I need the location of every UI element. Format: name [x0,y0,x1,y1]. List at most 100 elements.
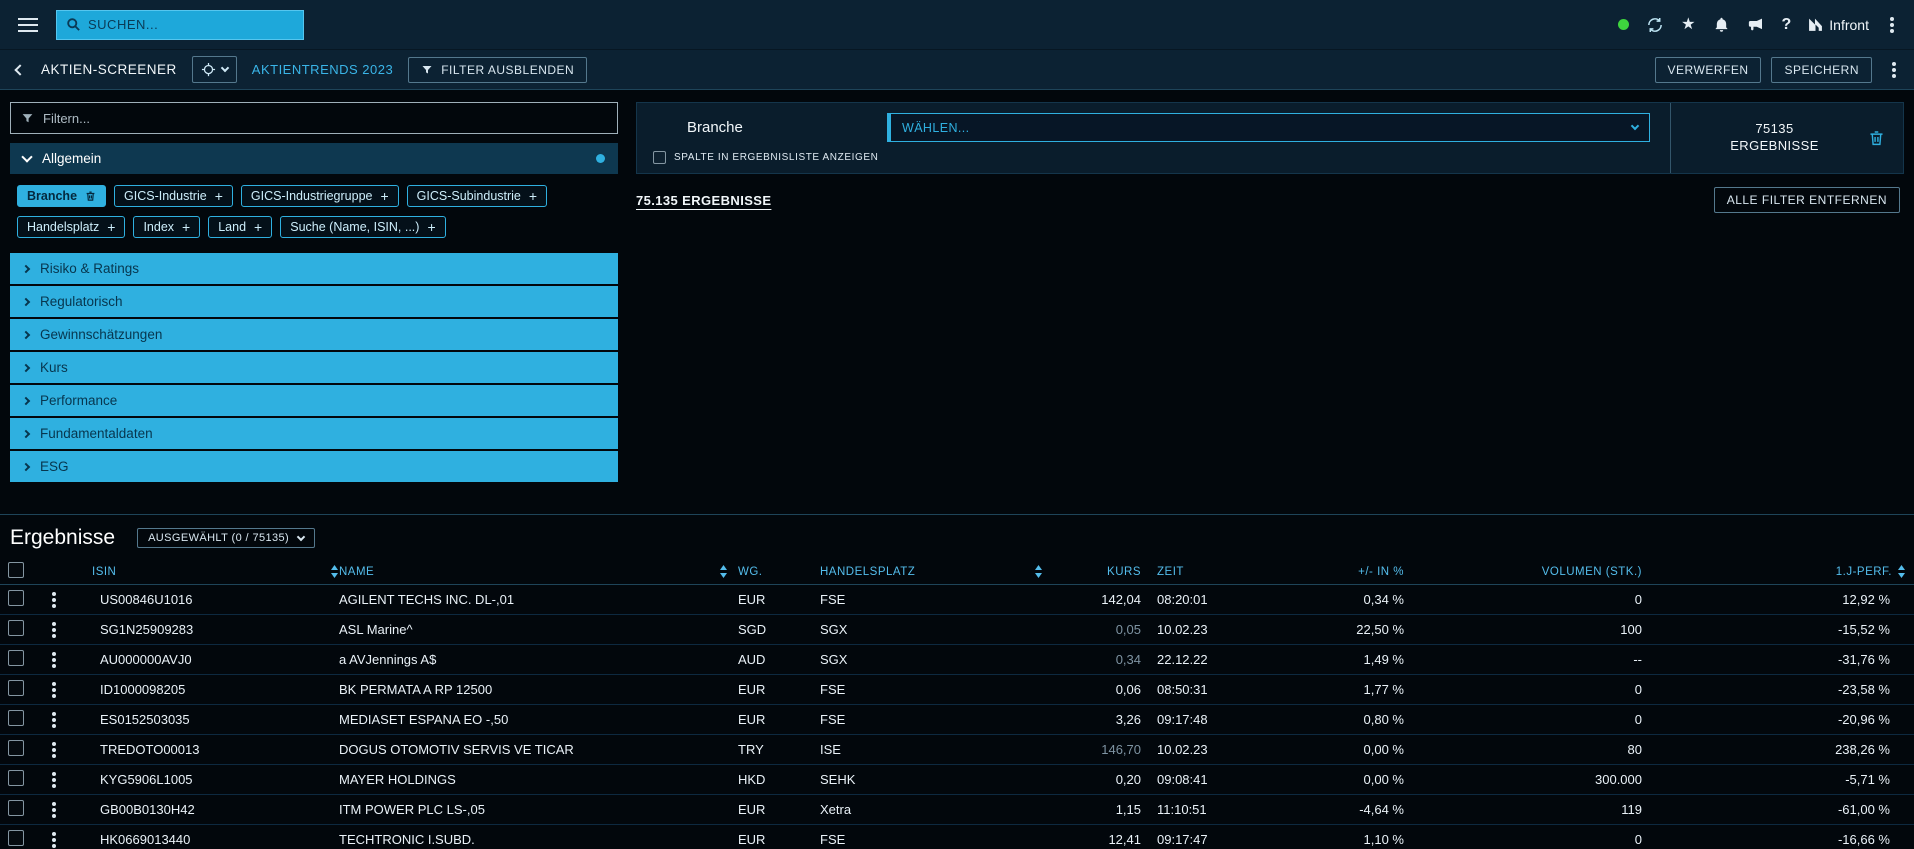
filter-section-4[interactable]: Kurs [10,352,618,383]
filter-chip-7[interactable]: Suche (Name, ISIN, ...)+ [280,216,445,238]
cell-name: MAYER HOLDINGS [339,772,738,787]
row-menu-button[interactable] [48,658,92,662]
help-button[interactable]: ? [1782,17,1792,33]
funnel-icon [421,64,433,76]
row-checkbox[interactable] [8,590,24,606]
row-menu-button[interactable] [48,598,92,602]
row-checkbox[interactable] [8,830,24,846]
cell-zeit: 10.02.23 [1149,742,1309,757]
save-button[interactable]: SPEICHERN [1771,57,1872,83]
select-all-checkbox[interactable] [8,562,24,578]
global-search[interactable] [56,10,304,40]
row-menu-button[interactable] [48,838,92,842]
cell-perf: 238,26 % [1662,742,1914,757]
filter-section-7[interactable]: ESG [10,451,618,482]
topbar-overflow-menu-button[interactable] [1886,23,1898,27]
hamburger-menu-button[interactable] [16,14,40,36]
search-input[interactable] [88,17,294,32]
column-header-handelsplatz[interactable]: HANDELSPLATZ [820,565,1055,578]
cell-perf: -5,71 % [1662,772,1914,787]
show-column-checkbox[interactable] [653,151,666,164]
row-menu-button[interactable] [48,688,92,692]
chevron-down-icon [297,532,305,540]
column-header-kurs[interactable]: KURS [1055,566,1149,578]
row-menu-button[interactable] [48,808,92,812]
cell-kurs: 146,70 [1055,742,1149,757]
favorites-button[interactable]: ★ [1681,17,1695,33]
filter-chip-4[interactable]: Handelsplatz+ [17,216,125,238]
cell-handelsplatz: FSE [820,832,1055,847]
column-header-perf[interactable]: 1.J-PERF. [1662,565,1914,578]
cell-isin: KYG5906L1005 [92,772,339,787]
cell-perf: -15,52 % [1662,622,1914,637]
chevron-right-icon [22,363,30,371]
filter-chip-6[interactable]: Land+ [208,216,272,238]
cell-change: 22,50 % [1309,622,1412,637]
row-menu-button[interactable] [48,628,92,632]
sync-button[interactable] [1646,16,1664,34]
column-header-wg[interactable]: WG. [738,566,820,578]
announcements-button[interactable] [1747,16,1765,34]
connection-status-indicator[interactable] [1618,19,1629,30]
cell-kurs: 142,04 [1055,592,1149,607]
notifications-button[interactable] [1713,16,1730,33]
sync-icon [1646,16,1664,34]
row-menu-button[interactable] [48,748,92,752]
cell-name: a AVJennings A$ [339,652,738,667]
table-row: AU000000AVJ0 a AVJennings A$ AUD SGX 0,3… [0,645,1914,675]
back-button[interactable] [14,60,26,79]
row-checkbox[interactable] [8,740,24,756]
row-checkbox[interactable] [8,770,24,786]
infront-logo: Infront [1808,17,1869,33]
row-checkbox[interactable] [8,710,24,726]
filter-chip-5[interactable]: Index+ [133,216,200,238]
row-checkbox[interactable] [8,800,24,816]
cell-handelsplatz: FSE [820,592,1055,607]
filter-section-5[interactable]: Performance [10,385,618,416]
delete-filter-button[interactable] [1868,129,1885,147]
cell-handelsplatz: Xetra [820,802,1055,817]
topbar-icon-group: ★ ? Infront [1618,16,1898,34]
filter-section-3[interactable]: Gewinnschätzungen [10,319,618,350]
row-checkbox[interactable] [8,650,24,666]
cell-perf: -23,58 % [1662,682,1914,697]
filter-search[interactable] [10,102,618,134]
cell-change: 0,34 % [1309,592,1412,607]
row-menu-button[interactable] [48,778,92,782]
row-checkbox[interactable] [8,620,24,636]
filter-chip-0[interactable]: Branche [17,185,106,207]
remove-all-filters-button[interactable]: ALLE FILTER ENTFERNEN [1714,187,1900,213]
column-header-name[interactable]: NAME [339,565,738,578]
filter-section-1[interactable]: Risiko & Ratings [10,253,618,284]
column-header-zeit[interactable]: ZEIT [1149,566,1309,578]
column-header-isin[interactable]: ISIN [92,565,339,578]
filter-chip-3[interactable]: GICS-Subindustrie+ [407,185,547,207]
column-header-change[interactable]: +/- IN % [1309,566,1412,578]
filter-section-2[interactable]: Regulatorisch [10,286,618,317]
industry-select[interactable]: WÄHLEN... [887,113,1650,142]
filter-search-input[interactable] [43,111,607,126]
row-menu-button[interactable] [48,718,92,722]
discard-button[interactable]: VERWERFEN [1655,57,1762,83]
cell-volumen: 0 [1412,712,1662,727]
branche-filter-panel: Branche WÄHLEN... SPALTE IN ERGEBNISLIST… [636,102,1904,174]
column-header-volumen[interactable]: VOLUMEN (STK.) [1412,566,1662,578]
filter-chip-1[interactable]: GICS-Industrie+ [114,185,233,207]
toolbar-overflow-menu-button[interactable] [1888,68,1900,72]
filter-chip-2[interactable]: GICS-Industriegruppe+ [241,185,399,207]
row-checkbox[interactable] [8,680,24,696]
filter-section-allgemein[interactable]: Allgemein [10,143,618,174]
add-icon: + [254,220,262,234]
cell-kurs: 0,06 [1055,682,1149,697]
filter-section-6[interactable]: Fundamentaldaten [10,418,618,449]
cell-zeit: 09:17:47 [1149,832,1309,847]
cell-zeit: 11:10:51 [1149,802,1309,817]
cell-kurs: 0,34 [1055,652,1149,667]
hide-filters-button[interactable]: FILTER AUSBLENDEN [408,57,587,83]
layout-target-button[interactable] [192,56,237,83]
cell-isin: ID1000098205 [92,682,339,697]
selected-dropdown[interactable]: AUSGEWÄHLT (0 / 75135) [137,528,315,548]
table-row: GB00B0130H42 ITM POWER PLC LS-,05 EUR Xe… [0,795,1914,825]
cell-wg: EUR [738,592,820,607]
screen-name-link[interactable]: AKTIENTRENDS 2023 [252,62,393,77]
